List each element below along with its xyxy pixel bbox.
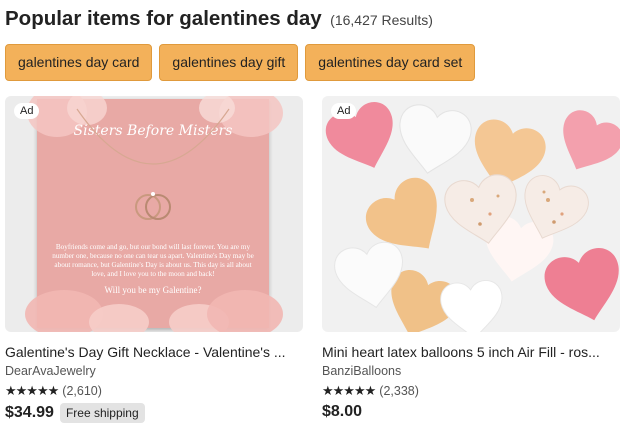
related-searches: galentines day card galentines day gift … (5, 44, 476, 81)
review-count: (2,338) (379, 384, 419, 398)
heart-balloons-illustration (322, 96, 620, 332)
product-title[interactable]: Galentine's Day Gift Necklace - Valentin… (5, 344, 303, 360)
price-row: $34.99 Free shipping (5, 403, 303, 423)
star-rating-icon: ★★★★★ (5, 383, 59, 398)
chip-galentines-day-card[interactable]: galentines day card (5, 44, 153, 81)
product-title[interactable]: Mini heart latex balloons 5 inch Air Fil… (322, 344, 620, 360)
chip-galentines-day-gift[interactable]: galentines day gift (159, 44, 299, 81)
product-card[interactable]: Sisters Before Misters Boyfriends come a… (5, 96, 303, 423)
rating: ★★★★★ (2,338) (322, 383, 620, 399)
star-rating-icon: ★★★★★ (322, 383, 376, 398)
price-row: $8.00 (322, 403, 620, 421)
product-image[interactable]: Sisters Before Misters Boyfriends come a… (5, 96, 303, 332)
shop-name[interactable]: BanziBalloons (322, 364, 620, 378)
rating: ★★★★★ (2,610) (5, 383, 303, 399)
results-count: (16,427 Results) (330, 12, 433, 28)
review-count: (2,610) (62, 384, 102, 398)
price: $34.99 (5, 404, 54, 421)
product-image[interactable]: Ad (322, 96, 620, 332)
shop-name[interactable]: DearAvaJewelry (5, 364, 303, 378)
free-shipping-badge: Free shipping (59, 403, 145, 423)
ad-badge: Ad (14, 103, 40, 119)
card-question: Will you be my Galentine? (104, 285, 202, 295)
card-message: Boyfriends come and go, but our bond wil… (52, 243, 254, 278)
ad-badge: Ad (331, 103, 357, 119)
necklace-card-art: Sisters Before Misters Boyfriends come a… (25, 96, 283, 332)
search-results-header: Popular items for galentines day (16,427… (5, 7, 620, 31)
price: $8.00 (322, 403, 363, 420)
page-title: Popular items for galentines day (5, 7, 322, 30)
chip-galentines-day-card-set[interactable]: galentines day card set (305, 44, 476, 81)
product-card[interactable]: Ad Mini heart latex balloons 5 inch Air … (322, 96, 620, 421)
